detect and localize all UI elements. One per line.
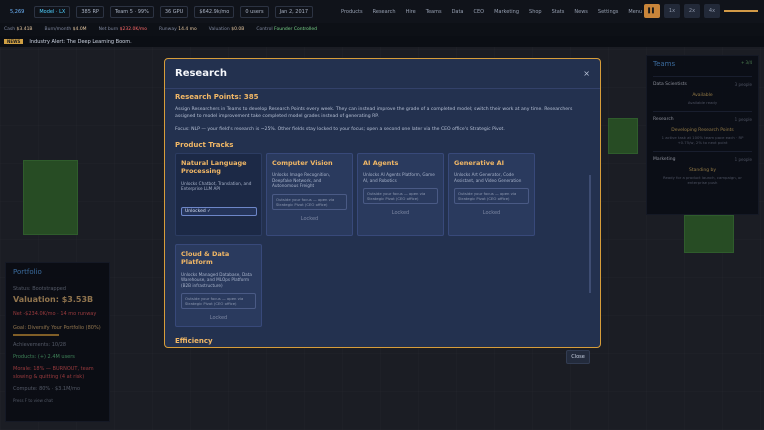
locked-label: Locked: [300, 215, 319, 222]
finance-control: Control Founder Controlled: [256, 27, 317, 32]
track-name: Cloud & Data Platform: [181, 249, 230, 267]
stat-chip[interactable]: Model · LX: [34, 5, 71, 18]
focus-lock-note: Outside your focus — open via Strategic …: [272, 193, 347, 210]
modal-title: Research: [175, 68, 227, 79]
track-name: Natural Language Processing: [181, 158, 247, 176]
section-product-tracks: Product Tracks: [175, 140, 234, 149]
main-nav: Products Research Hire Teams Data CEO Ma…: [341, 9, 642, 15]
top-status-bar: 5,269 Model · LX 385 RP Team 5 · 99% 36 …: [0, 0, 764, 23]
track-name: Computer Vision: [272, 158, 333, 167]
modal-header: Research ×: [165, 59, 600, 89]
track-desc: Unlocks Managed Database, Data Warehouse…: [181, 271, 252, 288]
track-name: AI Agents: [363, 158, 399, 167]
nav-settings[interactable]: Settings: [598, 9, 619, 15]
nav-ceo[interactable]: CEO: [474, 9, 485, 15]
close-button[interactable]: Close: [566, 350, 590, 364]
track-card-cloud[interactable]: Cloud & Data Platform Unlocks Managed Da…: [175, 243, 262, 327]
finance-runway: Runway 14.4 mo: [159, 27, 197, 32]
track-desc: Unlocks Image Recognition, Deepfake Netw…: [272, 172, 331, 189]
modal-body: Research Points: 385 Assign Researchers …: [165, 89, 600, 347]
track-card-vision[interactable]: Computer Vision Unlocks Image Recognitio…: [266, 152, 353, 236]
speed-1x-button[interactable]: 1x: [664, 4, 680, 18]
locked-label: Locked: [209, 315, 228, 322]
stat-chip: $642.9k/mo: [194, 5, 235, 18]
track-grid: Natural Language Processing Unlocks Chat…: [175, 152, 590, 327]
finance-burn: Burn/month $4.0M: [44, 27, 87, 32]
focus-lock-note: Outside your focus — open via Strategic …: [454, 188, 529, 205]
news-text: Industry Alert: The Deep Learning Boom.: [29, 38, 132, 45]
date-chip: Jan 2, 2017: [274, 5, 314, 18]
section-efficiency: Efficiency: [175, 336, 213, 345]
track-desc: Unlocks Art Generator, Code Assistant, a…: [454, 172, 522, 183]
nav-stats[interactable]: Stats: [552, 9, 565, 15]
track-name: Generative AI: [454, 158, 505, 167]
nav-hire[interactable]: Hire: [406, 9, 416, 15]
nav-news[interactable]: News: [574, 9, 588, 15]
speed-4x-button[interactable]: 4x: [704, 4, 720, 18]
track-card-nlp[interactable]: Natural Language Processing Unlocks Chat…: [175, 152, 262, 236]
finance-valuation: Valuation $0.0B: [208, 27, 245, 32]
speed-controls: ▌▌ 1x 2x 4x: [644, 4, 758, 18]
pause-button[interactable]: ▌▌: [644, 4, 660, 18]
finance-strip: Cash $3.41B Burn/month $4.0M Net burn $2…: [0, 23, 764, 36]
unlocked-badge: Unlocked ✓: [181, 206, 257, 216]
nav-marketing[interactable]: Marketing: [494, 9, 519, 15]
track-card-genai[interactable]: Generative AI Unlocks Art Generator, Cod…: [448, 152, 535, 236]
research-focus-note: Focus: NLP — your field's research is ~2…: [175, 127, 505, 132]
stat-chip: 0 users: [240, 5, 269, 18]
nav-products[interactable]: Products: [341, 9, 363, 15]
research-description: Assign Researchers in Teams to develop R…: [175, 107, 573, 119]
stat-chip: 5,269: [10, 8, 25, 15]
nav-menu[interactable]: Menu: [628, 9, 642, 15]
nav-research[interactable]: Research: [373, 9, 396, 15]
speed-indicator: [724, 10, 758, 12]
research-points: Research Points: 385: [175, 93, 259, 101]
stat-chip: 36 GPU: [159, 5, 189, 18]
focus-lock-note: Outside your focus — open via Strategic …: [181, 293, 256, 310]
close-icon[interactable]: ×: [583, 69, 590, 78]
nav-teams[interactable]: Teams: [426, 9, 442, 15]
locked-label: Locked: [482, 210, 501, 217]
nav-shop[interactable]: Shop: [529, 9, 542, 15]
research-modal: Research × Research Points: 385 Assign R…: [164, 58, 601, 348]
track-desc: Unlocks AI Agents Platform, Game AI, and…: [363, 172, 435, 183]
game-screen: 5,269 Model · LX 385 RP Team 5 · 99% 36 …: [0, 0, 764, 430]
focus-lock-note: Outside your focus — open via Strategic …: [363, 188, 438, 205]
locked-label: Locked: [391, 210, 410, 217]
news-tag: NEWS: [4, 39, 24, 44]
news-ticker[interactable]: NEWS Industry Alert: The Deep Learning B…: [0, 36, 764, 47]
nav-data[interactable]: Data: [452, 9, 464, 15]
speed-2x-button[interactable]: 2x: [684, 4, 700, 18]
finance-netburn: Net burn $232.0K/mo: [98, 27, 148, 32]
track-desc: Unlocks Chatbot, Translation, and Enterp…: [181, 180, 252, 192]
stat-chip: Team 5 · 99%: [109, 5, 154, 18]
track-card-agents[interactable]: AI Agents Unlocks AI Agents Platform, Ga…: [357, 152, 444, 236]
modal-scrollbar[interactable]: [589, 175, 591, 293]
stat-chip: 385 RP: [76, 5, 104, 18]
finance-cash: Cash $3.41B: [4, 27, 33, 32]
